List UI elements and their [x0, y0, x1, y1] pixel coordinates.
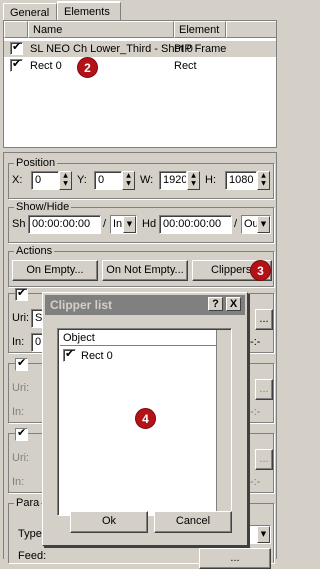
- on-not-empty-button[interactable]: On Not Empty...: [102, 260, 188, 281]
- dialog-title: Clipper list: [50, 298, 113, 312]
- actions-group: Actions On Empty... On Not Empty... Clip…: [8, 245, 274, 287]
- source-1-checkbox[interactable]: [15, 286, 28, 301]
- row-element: Rect: [174, 60, 197, 72]
- x-spinner[interactable]: ▲ ▼: [59, 171, 72, 190]
- element-column-header[interactable]: Element: [174, 21, 226, 38]
- browse-button[interactable]: ...: [255, 379, 273, 400]
- show-hide-label: Show/Hide: [14, 201, 72, 213]
- show-hide-group: Show/Hide Sh 00:00:00:00 / In ▼ Hd 00:00:…: [8, 201, 274, 243]
- object-column-header[interactable]: Object: [60, 331, 216, 346]
- hide-time-input[interactable]: 00:00:00:00: [159, 215, 232, 234]
- show-mode-select[interactable]: In ▼: [110, 215, 137, 234]
- h-label: H:: [205, 174, 216, 186]
- elements-table: Name Element SL NEO Ch Lower_Third - Sho…: [3, 20, 277, 148]
- empty-column-header: [226, 21, 276, 38]
- x-input[interactable]: 0: [31, 171, 59, 190]
- step-badge-4: 4: [135, 408, 156, 429]
- step-badge-3: 3: [250, 260, 271, 281]
- parameters-label: Para: [14, 497, 42, 509]
- uri-label: Uri:: [12, 452, 30, 464]
- row-checkbox[interactable]: [10, 40, 23, 55]
- y-input[interactable]: 0: [94, 171, 122, 190]
- actions-label: Actions: [14, 245, 55, 257]
- dialog-title-bar[interactable]: Clipper list ? X: [45, 295, 245, 315]
- item-label: Rect 0: [81, 350, 113, 362]
- out-value: :-:-: [247, 406, 261, 418]
- in-label: In:: [12, 336, 25, 348]
- source-3-checkbox[interactable]: [15, 426, 28, 441]
- step-badge-2: 2: [77, 57, 98, 78]
- cancel-button[interactable]: Cancel: [154, 511, 232, 533]
- position-group: Position X: 0 ▲ ▼ Y: 0 ▲ ▼ W: 1920 ▲ ▼ H: 1…: [8, 157, 274, 199]
- name-column-header[interactable]: Name: [28, 21, 174, 38]
- check-column-header: [4, 21, 28, 38]
- in-label: In:: [12, 406, 25, 418]
- feed-label: Feed:: [18, 550, 47, 562]
- browse-button[interactable]: ...: [255, 309, 273, 330]
- hide-mode-select[interactable]: Ou ▼: [241, 215, 271, 234]
- clipper-list: Object Rect 0 4: [57, 328, 232, 516]
- w-input[interactable]: 1920: [159, 171, 187, 190]
- w-label: W:: [140, 174, 154, 186]
- browse-button[interactable]: ...: [255, 449, 273, 470]
- type-label: Type: [18, 528, 42, 540]
- table-row[interactable]: SL NEO Ch Lower_Third - Shot 0 PIP Frame: [4, 40, 276, 57]
- uri-label: Uri:: [12, 312, 30, 324]
- x-label: X:: [12, 174, 23, 186]
- item-checkbox[interactable]: [63, 347, 76, 362]
- close-icon[interactable]: X: [226, 297, 241, 311]
- on-empty-button[interactable]: On Empty...: [12, 260, 98, 281]
- row-element: PIP Frame: [174, 43, 227, 55]
- chevron-down-icon: ▼: [257, 216, 270, 233]
- ok-button[interactable]: Ok: [70, 511, 148, 533]
- y-label: Y:: [77, 174, 87, 186]
- list-scrollbar[interactable]: [216, 330, 231, 514]
- out-value: :-:-: [247, 336, 261, 348]
- source-2-checkbox[interactable]: [15, 356, 28, 371]
- type-select[interactable]: ▼: [249, 525, 271, 544]
- row-name: Rect 0: [30, 60, 62, 72]
- position-label: Position: [14, 157, 58, 169]
- hide-separator: /: [234, 218, 238, 230]
- show-time-input[interactable]: 00:00:00:00: [28, 215, 101, 234]
- row-checkbox[interactable]: [10, 57, 23, 72]
- chevron-down-icon: ▼: [257, 526, 270, 543]
- table-row[interactable]: Rect 0 Rect: [4, 57, 276, 74]
- out-value: :-:-: [247, 476, 261, 488]
- w-spinner[interactable]: ▲ ▼: [187, 171, 200, 190]
- h-input[interactable]: 1080: [225, 171, 257, 190]
- uri-label: Uri:: [12, 382, 30, 394]
- hide-label: Hd: [142, 218, 157, 230]
- row-name: SL NEO Ch Lower_Third - Shot 0: [30, 43, 193, 55]
- y-spinner[interactable]: ▲ ▼: [122, 171, 135, 190]
- chevron-down-icon: ▼: [123, 216, 136, 233]
- h-spinner[interactable]: ▲ ▼: [257, 171, 270, 190]
- show-separator: /: [103, 218, 107, 230]
- show-label: Sh: [12, 218, 26, 230]
- clipper-list-dialog: Clipper list ? X Object Rect 0 4 Ok Canc…: [42, 292, 248, 546]
- list-item[interactable]: Rect 0: [60, 347, 216, 364]
- help-icon[interactable]: ?: [208, 297, 223, 311]
- in-label: In:: [12, 476, 25, 488]
